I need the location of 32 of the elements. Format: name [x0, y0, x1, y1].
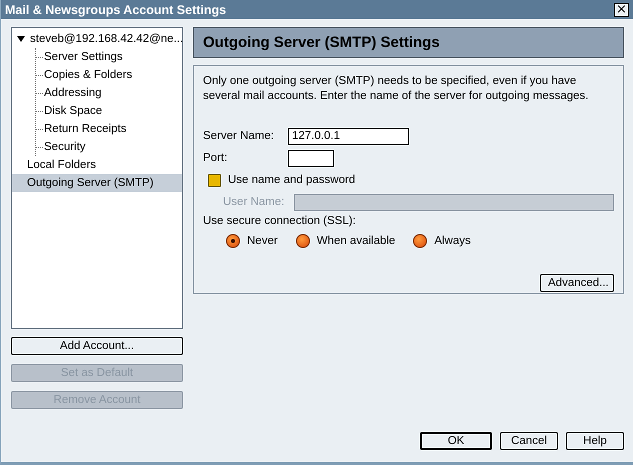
tree-item[interactable]: Local Folders [12, 156, 182, 174]
expander-icon[interactable] [17, 35, 25, 43]
checkbox[interactable] [208, 174, 221, 186]
tree-item[interactable]: Disk Space [36, 102, 182, 120]
description-text: Only one outgoing server (SMTP) needs to be specified, even if you have several mail accounts. Enter the name of the server for outgoing messages. [203, 74, 590, 104]
advanced-button[interactable]: Advanced... [540, 274, 614, 292]
radio-label: When available [316, 235, 396, 247]
checkbox-label: Use name and password [228, 174, 356, 186]
port-field[interactable] [288, 150, 334, 166]
radio-button[interactable] [226, 234, 240, 248]
panel-header: Outgoing Server (SMTP) Settings [193, 27, 624, 58]
server-name-field[interactable]: 127.0.0.1 [288, 128, 409, 144]
dialog-button[interactable]: Help [566, 432, 624, 450]
radio-button[interactable] [413, 234, 428, 248]
dialog-button[interactable]: OK [420, 432, 492, 450]
ssl-label: Use secure connection (SSL): [203, 215, 357, 229]
tree-item[interactable]: Server Settings [36, 48, 182, 66]
radio-button[interactable] [296, 234, 310, 248]
close-button[interactable]: × [614, 2, 629, 16]
tree-item[interactable]: Outgoing Server (SMTP) [12, 174, 182, 192]
tree-item[interactable]: Copies & Folders [36, 66, 182, 84]
field-label: Port: [203, 152, 228, 164]
radio-label: Always [434, 235, 471, 247]
tree-item[interactable]: Return Receipts [36, 120, 182, 138]
account-button[interactable]: Add Account... [11, 337, 183, 355]
tree-item[interactable]: Security [36, 138, 182, 156]
dialog-button[interactable]: Cancel [500, 432, 558, 450]
radio-label: Never [247, 235, 278, 247]
field-label: User Name: [223, 196, 284, 208]
tree-item[interactable]: Addressing [36, 84, 182, 102]
window-title: Mail & Newsgroups Account Settings [5, 2, 226, 16]
field-label: Server Name: [203, 130, 275, 142]
